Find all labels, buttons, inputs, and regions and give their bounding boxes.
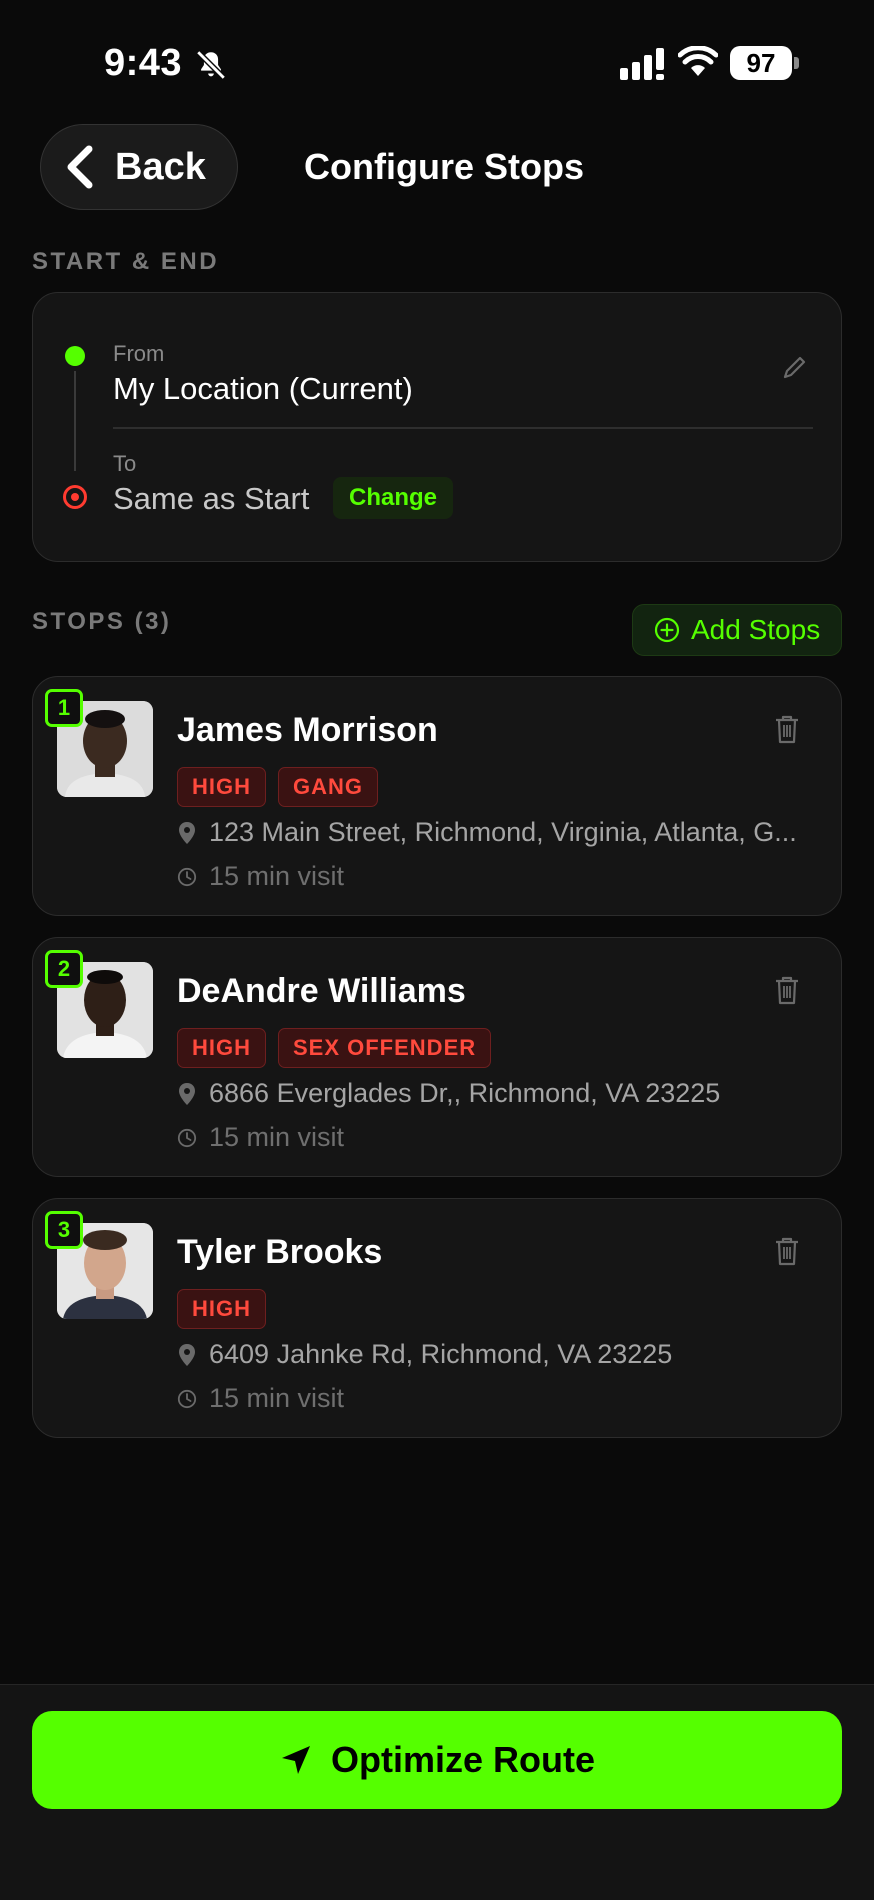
priority-tag: HIGH xyxy=(177,767,266,807)
map-pin-icon xyxy=(179,1082,195,1105)
tag-list: HIGH GANG xyxy=(177,767,378,807)
page-title: Configure Stops xyxy=(304,146,584,187)
visit-time-row: 15 min visit xyxy=(177,861,344,892)
stop-name: Tyler Brooks xyxy=(177,1233,383,1271)
tag-list: HIGH SEX OFFENDER xyxy=(177,1028,492,1068)
back-label: Back xyxy=(115,145,206,188)
bell-slash-icon xyxy=(196,50,226,80)
trash-icon[interactable] xyxy=(773,713,801,745)
tag-list: HIGH xyxy=(177,1289,266,1329)
category-tag: SEX OFFENDER xyxy=(278,1028,492,1068)
wifi-icon xyxy=(678,46,718,76)
trash-icon[interactable] xyxy=(773,974,801,1006)
visit-duration: 15 min visit xyxy=(209,1122,345,1152)
add-stops-button[interactable]: Add Stops xyxy=(632,604,842,656)
map-pin-icon xyxy=(179,1343,195,1366)
stop-number-badge: 1 xyxy=(45,689,83,727)
map-pin-icon xyxy=(179,821,195,844)
stop-number-badge: 2 xyxy=(45,950,83,988)
to-location-field[interactable]: Same as Start xyxy=(113,481,309,517)
change-destination-button[interactable]: Change xyxy=(333,477,454,519)
status-time: 9:43 xyxy=(104,42,183,84)
to-label: To xyxy=(113,451,137,476)
optimize-route-label: Optimize Route xyxy=(330,1739,595,1780)
address-row: 6409 Jahnke Rd, Richmond, VA 23225 xyxy=(177,1339,817,1370)
route-divider xyxy=(113,427,813,429)
stop-address: 123 Main Street, Richmond, Virginia, Atl… xyxy=(209,817,797,847)
pencil-icon[interactable] xyxy=(781,353,809,381)
signal-icon xyxy=(620,48,664,80)
route-connector-line xyxy=(74,371,76,471)
plus-circle-icon xyxy=(654,617,680,643)
configure-stops-screen: 9:43 97 Back Configure Stops START & END xyxy=(0,0,874,1900)
clock-icon xyxy=(177,1128,197,1147)
priority-tag: HIGH xyxy=(177,1289,266,1329)
status-bar: 9:43 97 xyxy=(0,0,874,120)
stop-name: DeAndre Williams xyxy=(177,972,466,1010)
from-label: From xyxy=(113,341,165,366)
add-stops-label: Add Stops xyxy=(691,614,821,645)
optimize-route-button[interactable]: Optimize Route xyxy=(32,1711,842,1809)
bottom-action-bar: Optimize Route xyxy=(0,1684,874,1900)
start-dot-icon xyxy=(65,346,85,366)
end-target-icon xyxy=(63,485,87,509)
start-end-section-label: START & END xyxy=(32,248,220,275)
stop-card[interactable]: 1 James Morrison HIGH GANG 123 Main Stre… xyxy=(32,676,842,916)
route-card: From My Location (Current) To Same as St… xyxy=(32,292,842,562)
stop-address: 6409 Jahnke Rd, Richmond, VA 23225 xyxy=(209,1339,673,1369)
stop-address: 6866 Everglades Dr,, Richmond, VA 23225 xyxy=(209,1078,721,1108)
from-location-field[interactable]: My Location (Current) xyxy=(113,371,413,407)
visit-duration: 15 min visit xyxy=(209,861,345,891)
trash-icon[interactable] xyxy=(773,1235,801,1267)
priority-tag: HIGH xyxy=(177,1028,266,1068)
address-row: 123 Main Street, Richmond, Virginia, Atl… xyxy=(177,817,817,848)
navigation-arrow-icon xyxy=(281,1746,310,1774)
clock-icon xyxy=(177,1389,197,1408)
address-row: 6866 Everglades Dr,, Richmond, VA 23225 xyxy=(177,1078,817,1109)
stop-number-badge: 3 xyxy=(45,1211,83,1249)
stop-card[interactable]: 2 DeAndre Williams HIGH SEX OFFENDER 686… xyxy=(32,937,842,1177)
visit-time-row: 15 min visit xyxy=(177,1383,344,1414)
visit-duration: 15 min visit xyxy=(209,1383,345,1413)
stop-name: James Morrison xyxy=(177,711,438,749)
category-tag: GANG xyxy=(278,767,378,807)
clock-icon xyxy=(177,867,197,886)
stops-section-label: STOPS (3) xyxy=(32,608,172,635)
chevron-left-icon xyxy=(67,145,93,189)
stop-card[interactable]: 3 Tyler Brooks HIGH 6409 Jahnke Rd, Rich… xyxy=(32,1198,842,1438)
battery-indicator: 97 xyxy=(730,46,799,80)
back-button[interactable]: Back xyxy=(40,124,238,210)
visit-time-row: 15 min visit xyxy=(177,1122,344,1153)
